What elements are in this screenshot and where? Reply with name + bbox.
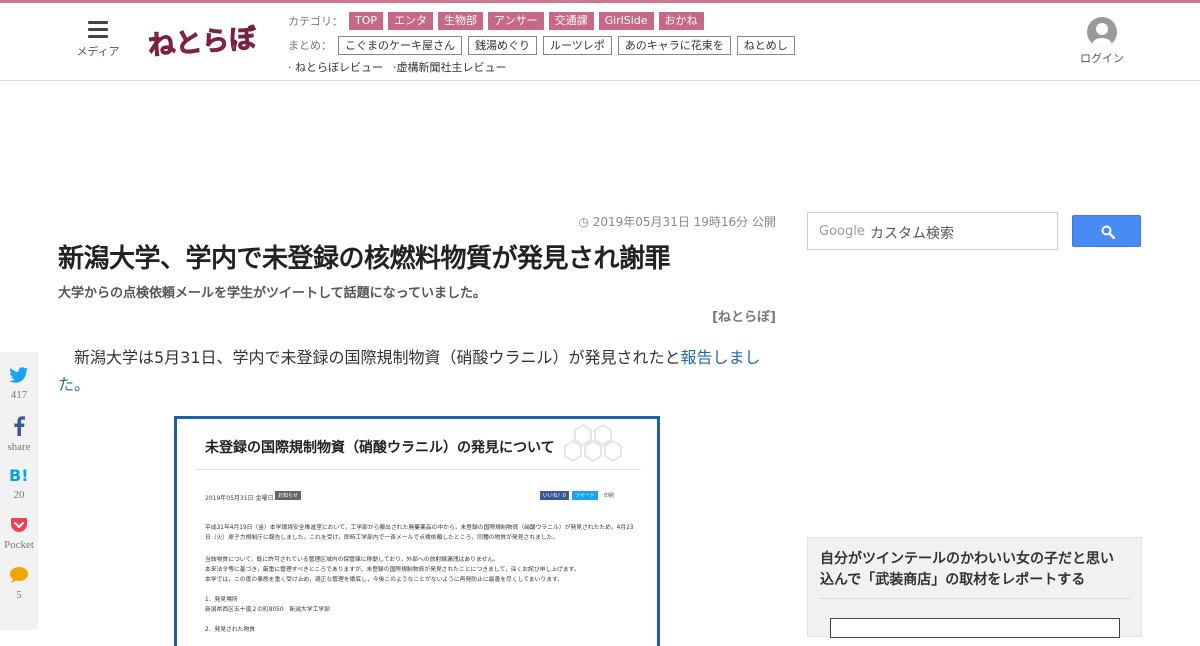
figure-date: 2019年05月31日 金曜日 xyxy=(205,495,274,502)
category-girlside[interactable]: GirlSide xyxy=(598,12,654,30)
search-placeholder: カスタム検索 xyxy=(870,226,954,242)
matome-hanataba[interactable]: あのキャラに花束を xyxy=(617,35,731,55)
login-label: ログイン xyxy=(1080,52,1124,65)
body-text: 新潟大学は5月31日、学内で未登録の国際規制物資（硝酸ウラニル）が発見されたと xyxy=(58,348,681,367)
figure-item-1-detail: 新潟県西区五十嵐２の町8050 新潟大学工学部 xyxy=(205,607,330,613)
share-pocket-button[interactable]: Pocket xyxy=(0,516,38,551)
matome-label: まとめ： xyxy=(288,39,332,52)
category-kotsuka[interactable]: 交通課 xyxy=(548,12,594,30)
matome-sento[interactable]: 銭湯めぐり xyxy=(468,35,537,55)
category-label: カテゴリ： xyxy=(288,15,343,28)
matome-netomeshi[interactable]: ねとめし xyxy=(736,35,795,55)
matome-roots[interactable]: ルーツレポ xyxy=(543,35,612,55)
custom-search-input[interactable]: Google カスタム検索 xyxy=(807,212,1058,250)
university-emblem-watermark xyxy=(564,423,622,463)
login-button[interactable]: ログイン xyxy=(1076,17,1128,66)
facebook-icon xyxy=(14,416,25,436)
article-subtitle: 大学からの点検依頼メールを学生がツイートして話題になっていました。 xyxy=(58,286,486,301)
review-row: · ねとらぼレビュー ·虚構新聞社主レビュー xyxy=(288,56,801,78)
article-title: 新潟大学、学内で未登録の核燃料物質が発見され謝罪 xyxy=(58,244,671,274)
twitter-count: 417 xyxy=(10,389,28,401)
search-button[interactable] xyxy=(1072,215,1141,247)
category-nav: カテゴリ： TOP エンタ 生物部 アンサー 交通課 GirlSide おかね … xyxy=(288,10,801,78)
figure-item-2: 2．発見された物質 xyxy=(205,627,256,633)
clock-icon: ◷ xyxy=(578,215,593,229)
share-hatena-button[interactable]: B! 20 xyxy=(0,466,38,501)
review-kyoko-link[interactable]: ·虚構新聞社主レビュー xyxy=(393,59,507,75)
twitter-icon xyxy=(9,367,28,383)
comment-icon xyxy=(10,567,28,583)
figure-item-1: 1．発見場所 xyxy=(205,597,238,603)
site-header: メディア ねとらぼ カテゴリ： TOP エンタ 生物部 アンサー 交通課 Gir… xyxy=(0,3,1200,81)
media-menu-label: メディア xyxy=(76,45,120,58)
category-answer[interactable]: アンサー xyxy=(488,12,544,30)
category-enta[interactable]: エンタ xyxy=(388,12,434,30)
widget-divider xyxy=(820,598,1130,599)
figure-print-button: 印刷 xyxy=(603,493,614,499)
social-share-bar: 417 share B! 20 Pocket 5 xyxy=(0,352,38,630)
figure-paragraph-2: 当該物質について，既に許可されている管理区域内の保管庫に移動しており，外部への放… xyxy=(205,557,499,563)
article-source: [ねとらぼ] xyxy=(712,310,776,325)
share-facebook-button[interactable]: share xyxy=(0,416,38,453)
figure-divider xyxy=(195,469,641,470)
category-seibutsubu[interactable]: 生物部 xyxy=(438,12,484,30)
matome-koguma[interactable]: こぐまのケーキ屋さん xyxy=(338,35,462,55)
hatena-bookmark-icon: B! xyxy=(9,466,29,485)
article-body: 新潟大学は5月31日、学内で未登録の国際規制物資（硝酸ウラニル）が発見されたと報… xyxy=(58,344,778,398)
category-top[interactable]: TOP xyxy=(349,12,384,30)
recommended-article-thumbnail[interactable] xyxy=(830,618,1120,638)
svg-text:B!: B! xyxy=(9,466,29,484)
matome-row: まとめ： こぐまのケーキ屋さん 銭湯めぐり ルーツレポ あのキャラに花束を ねと… xyxy=(288,34,801,56)
figure-share-buttons: いいね！0 ツイート 印刷 xyxy=(539,491,617,500)
netorabo-logo[interactable]: ねとらぼ xyxy=(146,17,258,63)
recommended-article-title[interactable]: 自分がツインテールのかわいい女の子だと思い込んで「武装商店」の取材をレポートする xyxy=(820,549,1120,591)
google-brand-label: Google xyxy=(819,224,865,239)
figure-title: 未登録の国際規制物資（硝酸ウラニル）の発見について xyxy=(205,440,555,456)
search-icon xyxy=(1101,225,1115,239)
pocket-label: Pocket xyxy=(4,539,34,551)
category-okane[interactable]: おかね xyxy=(658,12,704,30)
pocket-icon xyxy=(11,518,27,532)
sidebar-recommended-article[interactable]: 自分がツインテールのかわいい女の子だと思い込んで「武装商店」の取材をレポートする xyxy=(807,537,1142,638)
figure-badge: お知らせ xyxy=(275,491,301,500)
hatena-count: 20 xyxy=(13,489,25,501)
publish-date: ◷ 2019年05月31日 19時16分 公開 xyxy=(576,213,776,230)
share-comment-button[interactable]: 5 xyxy=(0,566,38,601)
hamburger-icon xyxy=(88,21,108,39)
logo-text: ねとらぼ xyxy=(147,23,258,62)
figure-like-button: いいね！0 xyxy=(539,491,569,500)
comment-count: 5 xyxy=(16,589,22,601)
publish-date-text: 2019年05月31日 19時16分 公開 xyxy=(592,215,776,229)
figure-paragraph-3: 本来法令等に基づき，厳重に管理すべきところでありますが，未登録の国際規制物資が発… xyxy=(205,567,580,573)
share-twitter-button[interactable]: 417 xyxy=(0,366,38,401)
article-figure[interactable]: 未登録の国際規制物資（硝酸ウラニル）の発見について 2019年05月31日 金曜… xyxy=(174,416,660,646)
category-row: カテゴリ： TOP エンタ 生物部 アンサー 交通課 GirlSide おかね xyxy=(288,10,801,32)
review-netorabo-link[interactable]: · ねとらぼレビュー xyxy=(288,59,383,75)
figure-paragraph-4: 本学では，この度の事態を重く受け止め，適正な管理を徹底し，今後このようなことがな… xyxy=(205,577,563,583)
media-menu-button[interactable]: メディア xyxy=(74,21,122,59)
facebook-label: share xyxy=(7,441,31,453)
figure-tweet-button: ツイート xyxy=(571,491,598,500)
figure-paragraph-1: 平成31年4月19日（金）本学環境安全推進室において，工学部から搬出された廃棄薬… xyxy=(205,525,634,541)
user-avatar-icon xyxy=(1087,17,1117,47)
